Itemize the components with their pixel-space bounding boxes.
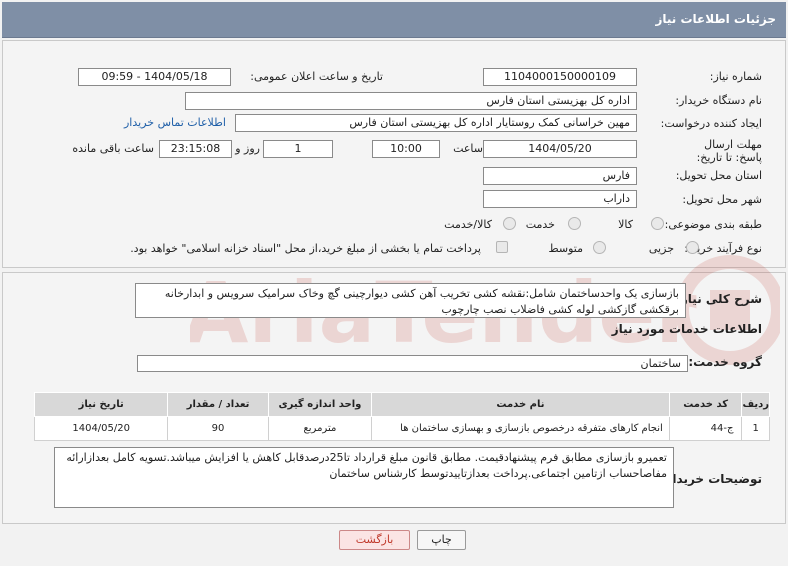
days-remaining-field: 1: [263, 140, 333, 158]
need-number-label: شماره نیاز:: [709, 70, 762, 83]
deadline-label: مهلت ارسال پاسخ: تا تاریخ:: [696, 138, 762, 164]
services-section-title: اطلاعات خدمات مورد نیاز: [611, 322, 762, 336]
announce-label: تاریخ و ساعت اعلان عمومی:: [250, 70, 383, 83]
province-label: استان محل تحویل:: [675, 169, 762, 182]
need-number-field: 1104000150000109: [483, 68, 637, 86]
city-label: شهر محل تحویل:: [682, 193, 762, 206]
buyer-notes-label: توضیحات خریدار:: [660, 472, 762, 486]
cell-service-name: انجام کارهای متفرقه درخصوص بازسازی و بهس…: [371, 416, 670, 441]
table-row: 1 ج-44 انجام کارهای متفرقه درخصوص بازساز…: [33, 416, 770, 441]
col-unit: واحد اندازه گیری: [267, 392, 373, 417]
category-radio-goods[interactable]: [651, 217, 664, 230]
service-group-field: ساختمان: [137, 355, 688, 372]
process-radio-medium[interactable]: [593, 241, 606, 254]
deadline-date-field: 1404/05/20: [483, 140, 637, 158]
col-quantity: تعداد / مقدار: [167, 392, 269, 417]
process-option-medium: متوسط: [548, 242, 583, 255]
col-row-number: ردیف: [741, 392, 770, 417]
page-header: جزئیات اطلاعات نیاز: [2, 2, 786, 38]
deadline-time-label: ساعت: [453, 142, 483, 155]
print-button[interactable]: چاپ: [417, 530, 466, 550]
treasury-payment-note: پرداخت تمام یا بخشی از مبلغ خرید،از محل …: [130, 242, 481, 255]
time-remaining-field: 23:15:08: [159, 140, 232, 158]
buyer-notes-textarea[interactable]: تعمیرو بازسازی مطابق فرم پیشنهادقیمت. مط…: [54, 447, 674, 508]
category-option-goods: کالا: [618, 218, 633, 231]
treasury-payment-checkbox[interactable]: [496, 241, 508, 253]
buyer-org-field: اداره کل بهزیستی استان فارس: [185, 92, 637, 110]
buyer-org-label: نام دستگاه خریدار:: [675, 94, 762, 107]
announce-datetime-field: 1404/05/18 - 09:59: [78, 68, 231, 86]
time-remaining-label: ساعت باقی مانده: [72, 142, 154, 155]
deadline-time-field: 10:00: [372, 140, 440, 158]
category-option-goods-service: کالا/خدمت: [444, 218, 492, 231]
creator-field: مهین خراسانی کمک روستایار اداره کل بهزیس…: [235, 114, 637, 132]
process-option-minor: جزیی: [648, 242, 674, 255]
province-field: فارس: [483, 167, 637, 185]
service-group-label: گروه خدمت:: [688, 355, 762, 369]
days-label: روز و: [235, 142, 260, 155]
cell-quantity: 90: [167, 416, 269, 441]
cell-service-code: ج-44: [668, 416, 743, 441]
cell-need-date: 1404/05/20: [33, 416, 169, 441]
category-radio-service[interactable]: [568, 217, 581, 230]
description-textarea[interactable]: بازسازی یک واحدساختمان شامل:نقشه کشی تخر…: [135, 283, 686, 318]
page-title: جزئیات اطلاعات نیاز: [655, 12, 776, 26]
category-label: طبقه بندی موضوعی:: [664, 218, 762, 231]
category-option-service: خدمت: [525, 218, 555, 231]
category-radio-goods-service[interactable]: [503, 217, 516, 230]
buyer-contact-link[interactable]: اطلاعات تماس خریدار: [124, 116, 226, 129]
process-radio-minor[interactable]: [686, 241, 699, 254]
services-table: ردیف کد خدمت نام خدمت واحد اندازه گیری ت…: [33, 392, 770, 441]
col-service-code: کد خدمت: [668, 392, 743, 417]
city-field: داراب: [483, 190, 637, 208]
col-service-name: نام خدمت: [371, 392, 670, 417]
cell-unit: مترمربع: [267, 416, 373, 441]
creator-label: ایجاد کننده درخواست:: [660, 117, 762, 130]
description-label: شرح کلی نیاز:: [676, 292, 762, 306]
services-table-header: ردیف کد خدمت نام خدمت واحد اندازه گیری ت…: [33, 392, 770, 417]
back-button[interactable]: بازگشت: [339, 530, 410, 550]
col-need-date: تاریخ نیاز: [33, 392, 169, 417]
cell-row-number: 1: [741, 416, 770, 441]
